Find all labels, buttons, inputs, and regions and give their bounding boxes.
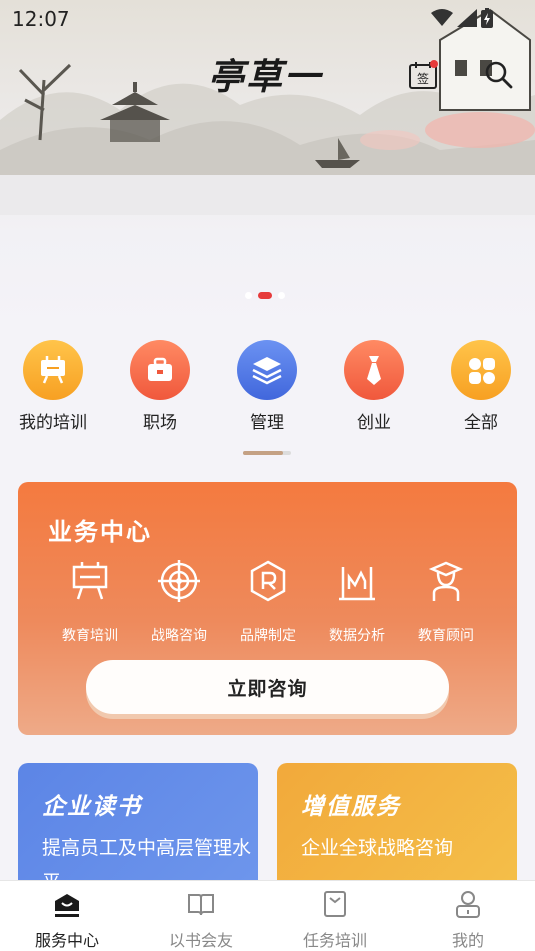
header-banner[interactable]: 12:07 亭草一 签 (0, 0, 535, 330)
category-management[interactable]: 管理 (222, 340, 312, 433)
briefcase-icon (148, 357, 172, 381)
grid-icon (469, 358, 495, 384)
business-item-data[interactable]: 数据分析 (313, 559, 401, 645)
nav-service-center[interactable]: 服务中心 (12, 889, 122, 951)
task-icon (324, 891, 346, 917)
category-scroll-indicator (243, 451, 291, 455)
category-my-training[interactable]: 我的培训 (8, 340, 98, 433)
book-icon (188, 894, 214, 916)
category-row: 我的培训 职场 管理 创业 全部 (0, 340, 535, 440)
nav-task-training[interactable]: 任务培训 (280, 889, 390, 951)
status-bar: 12:07 (0, 0, 535, 36)
banner-pagination (245, 292, 285, 299)
category-startup[interactable]: 创业 (329, 340, 419, 433)
graduate-icon (428, 561, 464, 601)
category-label: 我的培训 (19, 413, 87, 433)
battery-icon (481, 8, 493, 28)
search-button[interactable] (484, 60, 514, 90)
category-label: 创业 (357, 413, 391, 433)
app-logo: 亭草一 (208, 56, 323, 98)
business-item-label: 数据分析 (329, 628, 385, 644)
nav-profile[interactable]: 我的 (413, 889, 523, 951)
category-label: 全部 (464, 413, 498, 433)
training-board-icon (41, 356, 65, 384)
card-title: 增值服务 (301, 794, 401, 820)
tie-icon (367, 356, 381, 385)
business-item-education[interactable]: 教育培训 (46, 559, 134, 645)
pagination-dot[interactable] (278, 292, 285, 299)
business-item-label: 教育顾问 (418, 628, 474, 644)
layers-icon (252, 357, 282, 385)
nav-label: 我的 (451, 931, 484, 950)
status-time: 12:07 (12, 7, 70, 31)
business-item-consultant[interactable]: 教育顾问 (402, 559, 490, 645)
pagination-dot[interactable] (245, 292, 252, 299)
business-center-card: 业务中心 教育培训 战略咨询 品牌制定 数据分析 教育顾问 立即咨询 (18, 482, 517, 735)
enterprise-reading-card[interactable]: 企业读书 提高员工及中高层管理水平 (18, 763, 258, 893)
chart-icon (339, 567, 375, 601)
pagination-dot-active[interactable] (258, 292, 272, 299)
nav-label: 服务中心 (34, 931, 99, 950)
target-icon (158, 560, 200, 602)
category-workplace[interactable]: 职场 (115, 340, 205, 433)
category-label: 管理 (250, 413, 284, 433)
profile-icon (456, 891, 480, 918)
business-center-title: 业务中心 (48, 518, 152, 546)
business-item-label: 教育培训 (62, 628, 118, 644)
wifi-icon (431, 9, 453, 26)
search-icon (485, 61, 513, 89)
calendar-sign-icon: 签 (409, 60, 438, 89)
bottom-navigation: 服务中心 以书会友 任务培训 我的 (0, 880, 535, 951)
category-label: 职场 (143, 413, 177, 433)
business-item-label: 战略咨询 (151, 628, 207, 644)
nav-label: 以书会友 (168, 931, 233, 950)
sign-text: 签 (417, 71, 429, 86)
consult-now-button[interactable]: 立即咨询 (86, 660, 449, 714)
signal-icon (457, 9, 477, 27)
value-added-service-card[interactable]: 增值服务 企业全球战略咨询 (277, 763, 517, 893)
card-title: 企业读书 (42, 794, 142, 820)
nav-book-club[interactable]: 以书会友 (146, 889, 256, 951)
business-item-label: 品牌制定 (240, 628, 296, 644)
business-item-strategy[interactable]: 战略咨询 (135, 559, 223, 645)
category-all[interactable]: 全部 (436, 340, 526, 433)
easel-icon (72, 562, 108, 600)
check-in-button[interactable]: 签 (408, 60, 438, 90)
business-item-brand[interactable]: 品牌制定 (224, 559, 312, 645)
card-subtitle: 企业全球战略咨询 (301, 837, 454, 859)
registered-icon (250, 560, 286, 602)
service-center-icon (55, 894, 79, 917)
nav-label: 任务培训 (302, 931, 367, 950)
